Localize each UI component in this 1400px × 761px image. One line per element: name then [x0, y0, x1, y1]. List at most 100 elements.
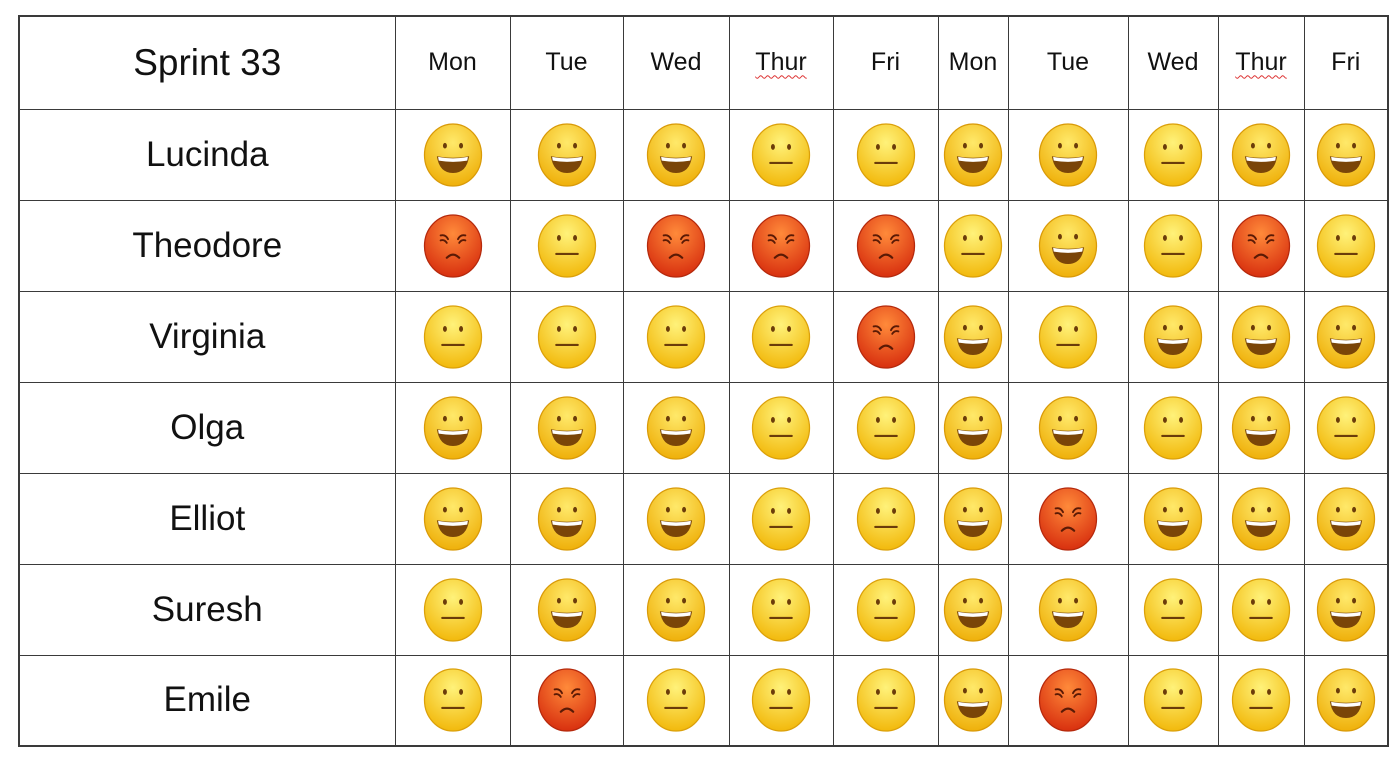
table-row: Theodore: [18, 199, 1389, 292]
neutral-face-icon: [750, 395, 812, 461]
angry-face-icon: [645, 213, 707, 279]
grinning-face-icon: [942, 122, 1004, 188]
angry-face-icon: [855, 304, 917, 370]
neutral-face-icon: [1142, 667, 1204, 733]
day-label: Tue: [1046, 48, 1090, 77]
neutral-face-icon: [855, 395, 917, 461]
mood-cell: [1127, 563, 1219, 656]
day-header: Wed: [622, 15, 730, 110]
grinning-face-icon: [422, 395, 484, 461]
angry-face-icon: [422, 213, 484, 279]
mood-cell: [1217, 290, 1305, 383]
team-member-name: Suresh: [18, 563, 396, 656]
grinning-face-icon: [1142, 304, 1204, 370]
table-row: Virginia: [18, 290, 1389, 383]
mood-cell: [832, 290, 939, 383]
mood-cell: [937, 563, 1009, 656]
mood-cell: [728, 563, 834, 656]
neutral-face-icon: [1142, 577, 1204, 643]
mood-cell: [728, 199, 834, 292]
grinning-face-icon: [1037, 122, 1099, 188]
grinning-face-icon: [536, 122, 598, 188]
neutral-face-icon: [1142, 395, 1204, 461]
day-label: Thur: [1235, 48, 1287, 77]
neutral-face-icon: [536, 304, 598, 370]
day-header: Wed: [1127, 15, 1219, 110]
mood-cell: [622, 563, 730, 656]
mood-cell: [622, 472, 730, 565]
mood-cell: [1303, 199, 1389, 292]
mood-cell: [394, 108, 511, 201]
grinning-face-icon: [1142, 486, 1204, 552]
grinning-face-icon: [645, 486, 707, 552]
grinning-face-icon: [645, 122, 707, 188]
mood-cell: [1007, 472, 1129, 565]
grinning-face-icon: [1037, 395, 1099, 461]
mood-cell: [1127, 290, 1219, 383]
table-row: Olga: [18, 381, 1389, 474]
neutral-face-icon: [422, 577, 484, 643]
mood-cell: [1303, 381, 1389, 474]
grinning-face-icon: [1230, 395, 1292, 461]
mood-cell: [622, 654, 730, 747]
neutral-face-icon: [536, 213, 598, 279]
mood-cell: [1007, 563, 1129, 656]
mood-cell: [1127, 472, 1219, 565]
mood-cell: [728, 654, 834, 747]
mood-cell: [1217, 563, 1305, 656]
mood-cell: [1217, 108, 1305, 201]
day-label: Mon: [948, 48, 998, 77]
mood-cell: [394, 199, 511, 292]
team-member-name: Theodore: [18, 199, 396, 292]
neutral-face-icon: [422, 667, 484, 733]
mood-cell: [832, 563, 939, 656]
angry-face-icon: [536, 667, 598, 733]
mood-cell: [1217, 472, 1305, 565]
mood-cell: [622, 108, 730, 201]
grinning-face-icon: [536, 486, 598, 552]
neutral-face-icon: [1315, 395, 1377, 461]
grinning-face-icon: [536, 577, 598, 643]
mood-cell: [1007, 381, 1129, 474]
neutral-face-icon: [1230, 577, 1292, 643]
mood-cell: [1007, 654, 1129, 747]
day-label: Fri: [1331, 48, 1361, 77]
mood-cell: [509, 654, 624, 747]
grinning-face-icon: [422, 486, 484, 552]
day-label: Thur: [755, 48, 807, 77]
mood-cell: [394, 290, 511, 383]
mood-cell: [1217, 654, 1305, 747]
grinning-face-icon: [942, 577, 1004, 643]
mood-cell: [509, 290, 624, 383]
day-label: Wed: [650, 48, 702, 77]
mood-cell: [622, 290, 730, 383]
mood-cell: [1007, 108, 1129, 201]
mood-cell: [1217, 381, 1305, 474]
mood-cell: [1303, 563, 1389, 656]
neutral-face-icon: [645, 304, 707, 370]
day-header: Tue: [509, 15, 624, 110]
mood-cell: [1127, 654, 1219, 747]
mood-cell: [394, 563, 511, 656]
grinning-face-icon: [422, 122, 484, 188]
mood-cell: [832, 108, 939, 201]
mood-cell: [1127, 108, 1219, 201]
neutral-face-icon: [942, 213, 1004, 279]
mood-cell: [1303, 472, 1389, 565]
grinning-face-icon: [1315, 122, 1377, 188]
day-header: Mon: [394, 15, 511, 110]
team-member-name: Virginia: [18, 290, 396, 383]
mood-cell: [937, 472, 1009, 565]
neutral-face-icon: [1142, 213, 1204, 279]
mood-cell: [622, 381, 730, 474]
day-label: Tue: [545, 48, 588, 77]
mood-cell: [937, 290, 1009, 383]
day-header: Tue: [1007, 15, 1129, 110]
grinning-face-icon: [1315, 667, 1377, 733]
mood-cell: [937, 108, 1009, 201]
table-row: Lucinda: [18, 108, 1389, 201]
angry-face-icon: [1037, 486, 1099, 552]
mood-cell: [509, 108, 624, 201]
mood-cell: [728, 472, 834, 565]
mood-cell: [1303, 654, 1389, 747]
